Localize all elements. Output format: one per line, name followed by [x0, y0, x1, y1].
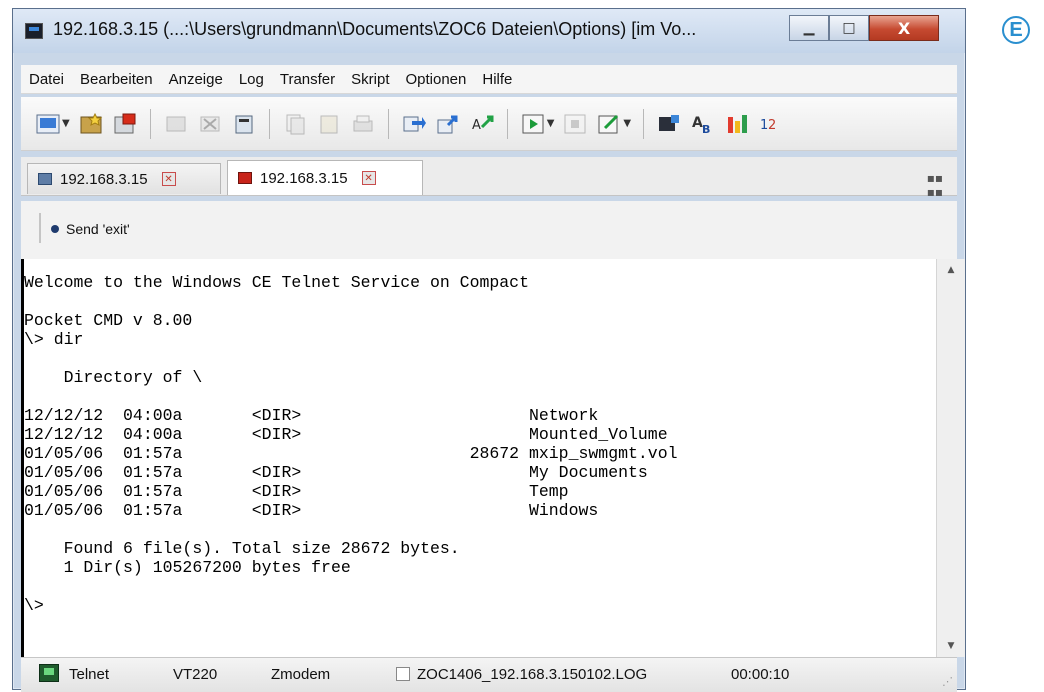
delete-icon[interactable]: [198, 112, 222, 136]
close-button[interactable]: X: [869, 15, 939, 41]
toolbar-separator: [387, 108, 389, 139]
paste-icon[interactable]: [317, 112, 341, 136]
colors-icon[interactable]: [725, 112, 749, 136]
connection-icon[interactable]: [36, 112, 60, 136]
favorites-icon[interactable]: [79, 112, 103, 136]
terminal-line: \> dir: [24, 330, 84, 349]
button-bar-separator: [39, 213, 41, 243]
menu-log[interactable]: Log: [231, 71, 272, 88]
bullet-icon: [51, 225, 59, 233]
terminal-app-icon: [25, 23, 43, 39]
menu-datei[interactable]: Datei: [21, 71, 72, 88]
upload-icon[interactable]: [436, 112, 460, 136]
terminal-line: 12/12/12 04:00a <DIR> Network: [24, 406, 599, 425]
menu-transfer[interactable]: Transfer: [272, 71, 343, 88]
resize-grip-icon[interactable]: ⋰: [942, 675, 953, 688]
chevron-down-icon[interactable]: ▼: [547, 118, 555, 129]
menu-bar: Datei Bearbeiten Anzeige Log Transfer Sk…: [21, 65, 957, 94]
session-tab-bar: 192.168.3.15 ✕ 192.168.3.15 ✕ ▪▪ ▪▪: [21, 157, 957, 199]
send-exit-button[interactable]: Send 'exit': [51, 221, 130, 237]
chevron-down-icon[interactable]: ▼: [62, 118, 70, 129]
svg-text:2: 2: [768, 118, 776, 133]
close-icon[interactable]: ✕: [361, 171, 376, 185]
chevron-down-icon[interactable]: ▼: [623, 118, 631, 129]
keyboard-icon[interactable]: 12: [759, 112, 783, 136]
tab-session-2[interactable]: 192.168.3.15 ✕: [227, 160, 423, 195]
tab-label: 192.168.3.15: [260, 169, 348, 187]
edit-script-icon[interactable]: [597, 112, 621, 136]
copy-icon[interactable]: [283, 112, 307, 136]
terminal-line: 01/05/06 01:57a <DIR> Temp: [24, 482, 569, 501]
screen-icon[interactable]: [657, 112, 681, 136]
user-button-bar: Send 'exit': [21, 201, 957, 260]
terminal-line: 01/05/06 01:57a <DIR> Windows: [24, 501, 599, 520]
scroll-down-icon[interactable]: ▼: [937, 637, 965, 655]
terminal-line: \>: [24, 596, 44, 615]
status-protocol[interactable]: Telnet: [69, 666, 109, 683]
printer-icon[interactable]: [351, 112, 375, 136]
run-script-icon[interactable]: [521, 112, 545, 136]
terminal-line: 01/05/06 01:57a <DIR> My Documents: [24, 463, 648, 482]
svg-text:B: B: [702, 123, 710, 135]
zoc-window: 192.168.3.15 (...:\Users\grundmann\Docum…: [12, 8, 966, 692]
terminal-line: Directory of \: [24, 368, 203, 387]
transfer-icon[interactable]: [402, 112, 426, 136]
corner-letter-badge: E: [1002, 16, 1030, 44]
menu-optionen[interactable]: Optionen: [397, 71, 474, 88]
telnet-icon: [39, 664, 59, 682]
vertical-scrollbar[interactable]: ▲ ▼: [936, 259, 965, 657]
maximize-button[interactable]: □: [829, 15, 869, 41]
terminal-line: 01/05/06 01:57a 28672 mxip_swmgmt.vol: [24, 444, 678, 463]
disconnect-icon[interactable]: [113, 112, 137, 136]
toolbar-separator: [149, 108, 151, 139]
window-controls: ▁ □ X: [789, 15, 939, 41]
toolbar: ▼ A ▼ ▼ A B 1 2: [21, 97, 957, 151]
session-icon: [38, 173, 52, 185]
menu-anzeige[interactable]: Anzeige: [161, 71, 231, 88]
stop-script-icon[interactable]: [563, 112, 587, 136]
status-emulation[interactable]: VT220: [173, 666, 217, 683]
window-title: 192.168.3.15 (...:\Users\grundmann\Docum…: [53, 19, 697, 39]
toolbar-separator: [643, 108, 645, 139]
log-checkbox[interactable]: [396, 667, 410, 681]
tab-label: 192.168.3.15: [60, 170, 148, 188]
download-icon[interactable]: A: [470, 112, 494, 136]
toolbar-separator: [506, 108, 508, 139]
session-active-icon: [238, 172, 252, 184]
font-icon[interactable]: AB: [691, 112, 715, 136]
terminal-line: Welcome to the Windows CE Telnet Service…: [24, 273, 529, 292]
status-bar: Telnet VT220 Zmodem ZOC1406_192.168.3.15…: [21, 657, 957, 692]
tab-session-1[interactable]: 192.168.3.15 ✕: [27, 163, 221, 194]
terminal-line: 1 Dir(s) 105267200 bytes free: [24, 558, 351, 577]
status-elapsed-time: 00:00:10: [731, 666, 790, 683]
title-bar[interactable]: 192.168.3.15 (...:\Users\grundmann\Docum…: [13, 9, 965, 53]
menu-bearbeiten[interactable]: Bearbeiten: [72, 71, 161, 88]
terminal-line: 12/12/12 04:00a <DIR> Mounted_Volume: [24, 425, 668, 444]
menu-hilfe[interactable]: Hilfe: [474, 71, 520, 88]
scroll-up-icon[interactable]: ▲: [937, 261, 965, 279]
grid-icon[interactable]: ▪▪ ▪▪: [927, 171, 943, 199]
status-transfer[interactable]: Zmodem: [271, 666, 330, 683]
terminal-line: Pocket CMD v 8.00: [24, 311, 193, 330]
print-icon[interactable]: [164, 112, 188, 136]
close-icon[interactable]: ✕: [161, 172, 176, 186]
toolbar-separator: [268, 108, 270, 139]
svg-text:A: A: [472, 118, 481, 133]
clipboard-icon[interactable]: [232, 112, 256, 136]
send-exit-label: Send 'exit': [66, 221, 130, 237]
menu-skript[interactable]: Skript: [343, 71, 397, 88]
terminal-screen[interactable]: Welcome to the Windows CE Telnet Service…: [21, 259, 939, 657]
terminal-line: Found 6 file(s). Total size 28672 bytes.: [24, 539, 460, 558]
status-logfile[interactable]: ZOC1406_192.168.3.150102.LOG: [417, 666, 647, 683]
minimize-button[interactable]: ▁: [789, 15, 829, 41]
